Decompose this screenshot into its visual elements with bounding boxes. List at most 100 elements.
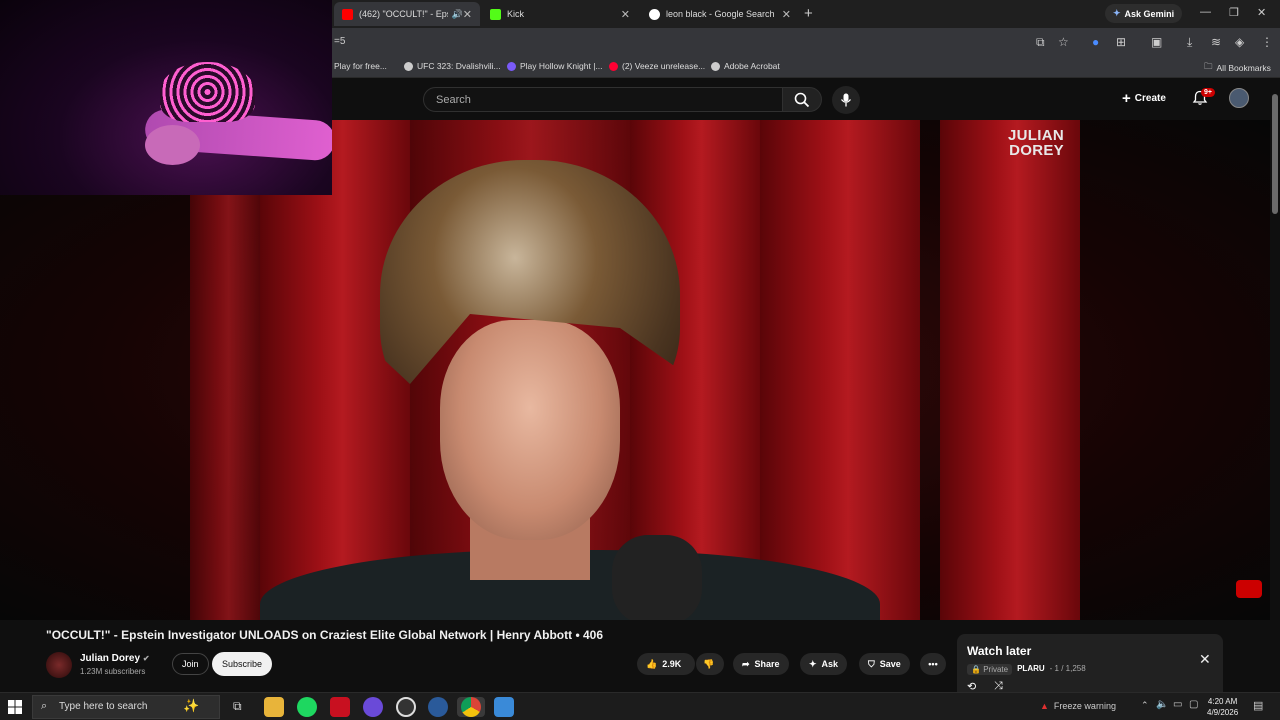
ask-gemini-button[interactable]: ✦ Ask Gemini bbox=[1105, 4, 1183, 23]
ask-label: Ask bbox=[821, 659, 839, 669]
tab-label: Kick bbox=[507, 9, 525, 19]
show-hidden-icons-icon[interactable]: ⌃ bbox=[1141, 700, 1149, 711]
channel-name[interactable]: Julian Dorey ✔ bbox=[80, 653, 150, 664]
bookmark-item[interactable]: Adobe Acrobat bbox=[711, 61, 780, 71]
save-button[interactable]: ⛉ Save bbox=[859, 653, 910, 675]
download-icon[interactable]: ⤓ bbox=[1187, 35, 1192, 50]
search-input[interactable]: Search bbox=[423, 87, 783, 112]
subscribe-label: Subscribe bbox=[222, 659, 263, 669]
search-icon: ⌕ bbox=[41, 700, 48, 712]
account-avatar[interactable] bbox=[1229, 88, 1249, 108]
voice-search-button[interactable] bbox=[832, 86, 860, 114]
more-actions-button[interactable]: ••• bbox=[920, 653, 946, 675]
webcam-feed bbox=[160, 62, 255, 122]
playlist-title[interactable]: Watch later bbox=[967, 644, 1031, 658]
window-close-icon[interactable]: ✕ bbox=[1257, 6, 1266, 19]
like-button[interactable]: 👍 2.9K bbox=[637, 653, 695, 675]
url-text[interactable]: =5 bbox=[334, 36, 345, 47]
task-view-icon[interactable]: ⧉ bbox=[233, 699, 242, 714]
minimize-icon[interactable]: — bbox=[1200, 6, 1211, 18]
side-panel-icon[interactable]: ▣ bbox=[1151, 35, 1162, 49]
playlist-position: - 1 / 1,258 bbox=[1049, 664, 1086, 673]
audio-playing-icon[interactable]: 🔊 bbox=[452, 9, 463, 20]
clock-date: 4/9/2026 bbox=[1207, 708, 1239, 717]
notification-count-badge: 9+ bbox=[1201, 88, 1215, 97]
bookmark-item[interactable]: UFC 323: Dvalishvili... bbox=[404, 61, 501, 71]
ask-button[interactable]: ✦ Ask bbox=[800, 653, 848, 675]
watermark-line: JULIAN bbox=[1008, 127, 1064, 144]
tab-youtube-video[interactable]: (462) "OCCULT!" - Epstein I 🔊 ✕ bbox=[334, 2, 480, 26]
video-watermark: JULIAN DOREY bbox=[1008, 128, 1064, 158]
search-placeholder: Search bbox=[436, 94, 471, 106]
thumbs-down-icon: 👎 bbox=[703, 658, 715, 669]
spotify-icon[interactable] bbox=[297, 697, 317, 717]
youtube-logo-icon[interactable] bbox=[1236, 580, 1262, 598]
tab-google-search[interactable]: leon black - Google Search ✕ bbox=[641, 2, 799, 26]
tab-close-icon[interactable]: ✕ bbox=[621, 8, 630, 21]
network-icon[interactable]: ▭ bbox=[1173, 699, 1182, 710]
google-favicon-icon bbox=[649, 8, 660, 20]
thumbs-up-icon: 👍 bbox=[646, 658, 658, 669]
bookmark-star-icon[interactable]: ☆ bbox=[1058, 35, 1069, 49]
gemini-sparkle-icon: ✦ bbox=[1113, 8, 1121, 18]
all-bookmarks-label: All Bookmarks bbox=[1216, 63, 1271, 73]
subscriber-count: 1.23M subscribers bbox=[80, 667, 146, 676]
video-frame bbox=[612, 535, 702, 620]
tab-close-icon[interactable]: ✕ bbox=[463, 8, 472, 21]
scrollbar-thumb[interactable] bbox=[1272, 94, 1278, 214]
globe-icon bbox=[711, 61, 720, 71]
video-frame bbox=[760, 120, 920, 620]
share-button[interactable]: ➦ Share bbox=[733, 653, 789, 675]
page-scrollbar[interactable] bbox=[1270, 88, 1280, 688]
create-button[interactable]: + Create bbox=[1122, 90, 1166, 107]
tab-close-icon[interactable]: ✕ bbox=[782, 8, 791, 21]
dislike-button[interactable]: 👎 bbox=[696, 653, 724, 675]
bookmark-item[interactable]: (2) Veeze unrelease... bbox=[609, 61, 705, 71]
all-bookmarks-button[interactable]: 🗀 All Bookmarks bbox=[1204, 61, 1271, 75]
obs-icon[interactable] bbox=[396, 697, 416, 717]
video-player[interactable]: JULIAN DOREY bbox=[0, 120, 1270, 620]
video-frame bbox=[440, 320, 620, 540]
new-tab-icon[interactable]: + bbox=[804, 5, 813, 22]
translate-icon[interactable]: ≋ bbox=[1211, 35, 1221, 49]
plus-icon: + bbox=[1122, 90, 1131, 107]
windows-start-icon[interactable] bbox=[8, 700, 22, 714]
close-icon[interactable]: ✕ bbox=[1199, 651, 1211, 668]
bookmark-item[interactable]: Play Hollow Knight |... bbox=[507, 61, 603, 71]
channel-avatar[interactable] bbox=[46, 652, 72, 678]
app-icon[interactable] bbox=[330, 697, 350, 717]
watch-later-playlist-panel: Watch later ✕ 🔒 Private PLARU - 1 / 1,25… bbox=[957, 634, 1223, 694]
app-icon[interactable] bbox=[494, 697, 514, 717]
menu-kebab-icon[interactable]: ⋮ bbox=[1261, 35, 1273, 49]
file-explorer-icon[interactable] bbox=[264, 697, 284, 717]
display-icon[interactable]: ▢ bbox=[1189, 699, 1198, 710]
extension-icon[interactable]: ● bbox=[1092, 35, 1099, 49]
steam-icon[interactable] bbox=[428, 697, 448, 717]
search-highlight-icon: ✨ bbox=[183, 698, 200, 713]
folder-icon: 🗀 bbox=[1204, 61, 1213, 71]
kick-favicon-icon bbox=[490, 8, 501, 20]
search-button[interactable] bbox=[782, 87, 822, 112]
system-clock[interactable]: 4:20 AM 4/9/2026 bbox=[1207, 696, 1238, 718]
join-label: Join bbox=[182, 659, 199, 669]
weather-label: Freeze warning bbox=[1053, 701, 1116, 711]
bookmark-item[interactable]: Play for free... bbox=[334, 61, 387, 71]
notification-center-icon[interactable]: ▤ bbox=[1253, 699, 1263, 712]
profile-icon[interactable]: ◈ bbox=[1235, 35, 1244, 49]
extensions-puzzle-icon[interactable]: ⊞ bbox=[1116, 35, 1126, 49]
bookmark-label: Play for free... bbox=[334, 61, 387, 71]
volume-icon[interactable]: 🔈 bbox=[1156, 699, 1168, 710]
install-app-icon[interactable]: ⧉ bbox=[1036, 35, 1045, 50]
maximize-icon[interactable]: ❐ bbox=[1229, 6, 1239, 19]
chrome-icon bbox=[461, 697, 481, 717]
subscribe-button[interactable]: Subscribe bbox=[212, 652, 273, 676]
chrome-taskbar-button[interactable] bbox=[457, 697, 485, 717]
playlist-owner[interactable]: PLARU bbox=[1017, 664, 1045, 675]
discord-icon[interactable] bbox=[363, 697, 383, 717]
video-frame bbox=[260, 120, 410, 620]
weather-widget[interactable]: ▲ Freeze warning bbox=[1040, 701, 1116, 711]
taskbar-search-input[interactable]: ⌕ Type here to search ✨ bbox=[32, 695, 220, 719]
tab-kick[interactable]: Kick ✕ bbox=[482, 2, 638, 26]
taskbar-search-placeholder: Type here to search bbox=[59, 701, 148, 712]
join-button[interactable]: Join bbox=[172, 653, 209, 675]
